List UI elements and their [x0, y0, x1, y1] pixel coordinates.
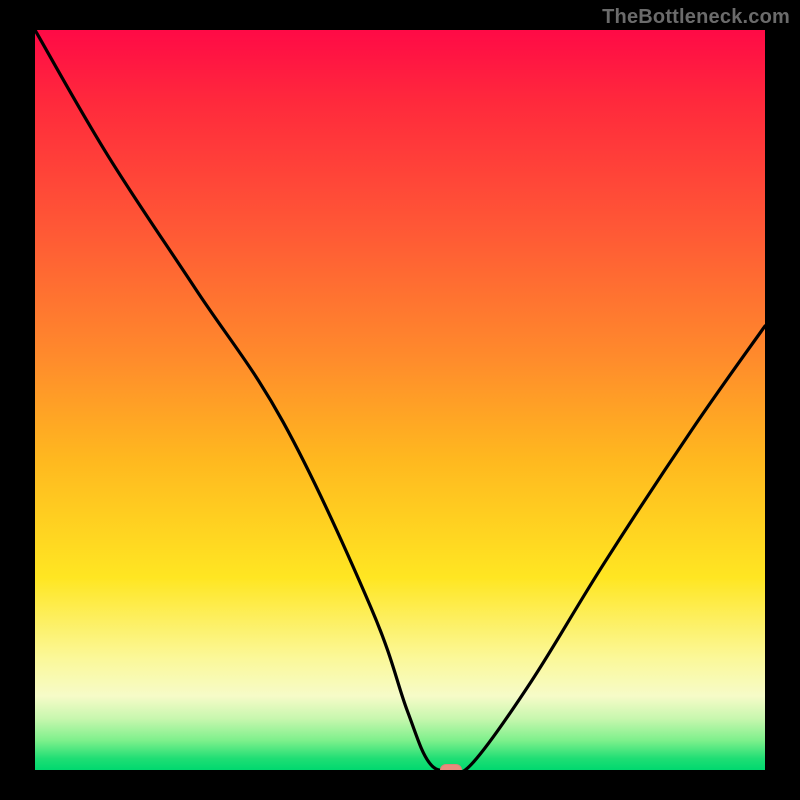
bottleneck-curve [35, 30, 765, 770]
chart-container: TheBottleneck.com [0, 0, 800, 800]
curve-path [35, 30, 765, 770]
watermark-text: TheBottleneck.com [602, 6, 790, 29]
minimum-marker [440, 764, 462, 770]
plot-area [35, 30, 765, 770]
